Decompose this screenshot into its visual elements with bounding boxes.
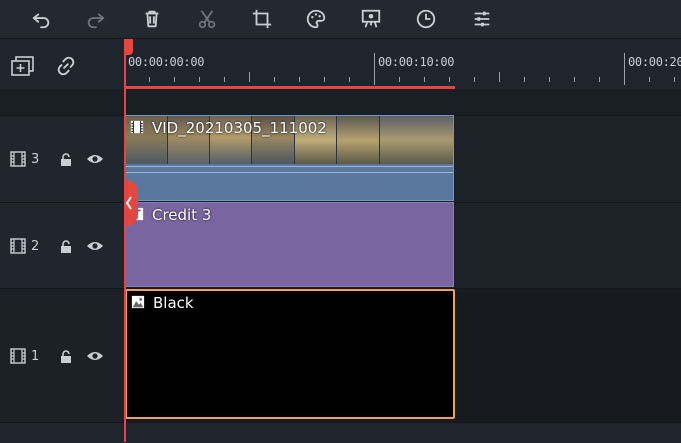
lock-icon[interactable]	[59, 239, 73, 253]
ruler-tick	[149, 77, 150, 82]
delete-icon[interactable]	[139, 6, 165, 32]
ruler-tick	[649, 77, 650, 82]
ruler-tick	[374, 53, 375, 85]
speed-icon[interactable]	[413, 6, 439, 32]
lock-icon[interactable]	[59, 349, 73, 363]
image-clip-icon	[131, 295, 145, 309]
ruler-tick	[399, 77, 400, 82]
playhead-marker[interactable]	[124, 39, 133, 55]
ruler-tick	[349, 77, 350, 82]
clip-label: Credit 3	[152, 206, 212, 224]
ruler-tick	[599, 77, 600, 82]
film-icon	[10, 151, 26, 167]
audio-line	[126, 166, 453, 167]
ruler-tick	[674, 77, 675, 82]
title-clip[interactable]: Credit 3	[125, 202, 454, 287]
ruler-tick	[224, 77, 225, 82]
video-clip-icon	[130, 120, 144, 134]
redo-icon[interactable]	[83, 6, 109, 32]
color-icon[interactable]	[303, 6, 329, 32]
ruler-tick	[199, 77, 200, 82]
time-ruler[interactable]: 00:00:00:00 00:00:10:00 00:00:20	[124, 39, 681, 89]
track-header-2: 2	[0, 202, 124, 289]
audio-line	[126, 172, 453, 173]
ruler-tick	[324, 77, 325, 82]
film-icon	[10, 238, 26, 254]
adjust-icon[interactable]	[469, 6, 495, 32]
track-number: 1	[31, 349, 40, 364]
video-clip[interactable]: VID_20210305_111002	[125, 115, 454, 201]
track-number: 3	[31, 152, 40, 167]
timecode-20s: 00:00:20	[628, 55, 681, 69]
eye-icon[interactable]	[86, 151, 104, 165]
film-icon	[10, 348, 26, 364]
chevron-left-icon	[125, 196, 132, 210]
track-header-1: 1	[0, 288, 124, 423]
thumbnail-frame	[380, 116, 453, 164]
timecode-start: 00:00:00:00	[128, 55, 205, 69]
add-track-icon[interactable]	[11, 55, 35, 77]
ruler-tick	[274, 77, 275, 82]
ruler-tick	[174, 77, 175, 82]
ruler-tick	[424, 77, 425, 82]
ruler-tick	[624, 53, 625, 85]
cut-icon[interactable]	[194, 6, 220, 32]
ruler-tick	[474, 77, 475, 82]
timecode-10s: 00:00:10:00	[378, 55, 455, 69]
clip-label: Black	[153, 294, 194, 312]
timeline-spacer	[0, 89, 681, 115]
crop-icon[interactable]	[249, 6, 275, 32]
timeline-footer	[0, 422, 681, 443]
ruler-tick	[574, 77, 575, 82]
timeline-header	[0, 39, 124, 89]
ruler-tick	[249, 72, 250, 82]
ruler-tick	[499, 72, 500, 82]
ruler-tick	[299, 77, 300, 82]
toolbar	[0, 0, 681, 39]
eye-icon[interactable]	[86, 348, 104, 362]
link-icon[interactable]	[55, 55, 77, 77]
playhead-drag-handle[interactable]	[124, 180, 138, 226]
eye-icon[interactable]	[86, 238, 104, 252]
playhead[interactable]	[124, 39, 126, 442]
clip-label: VID_20210305_111002	[152, 119, 327, 137]
image-clip[interactable]: Black	[125, 289, 455, 419]
track-number: 2	[31, 239, 40, 254]
ruler-tick	[524, 77, 525, 82]
ruler-tick	[449, 77, 450, 82]
lock-icon[interactable]	[59, 152, 73, 166]
undo-icon[interactable]	[28, 6, 54, 32]
thumbnail-frame	[337, 116, 380, 164]
screen-record-icon[interactable]	[358, 6, 384, 32]
track-header-3: 3	[0, 115, 124, 203]
ruler-tick	[549, 77, 550, 82]
